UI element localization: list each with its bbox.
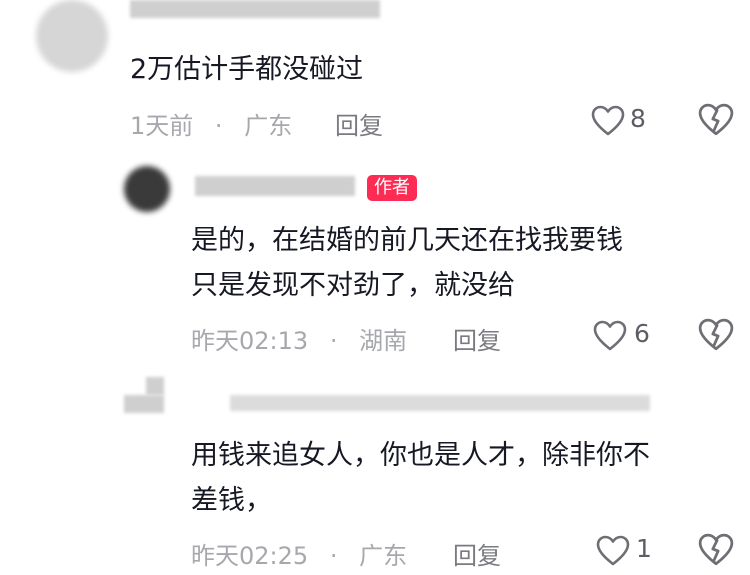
meta-separator: · [329, 327, 338, 355]
like-count: 6 [634, 319, 650, 348]
like-count: 1 [636, 534, 652, 563]
meta-separator: · [329, 542, 338, 570]
comment-meta: 昨天02:13 · 湖南 [191, 321, 407, 356]
comment-location: 湖南 [359, 327, 408, 355]
heart-outline-icon [596, 535, 630, 566]
comment-text: 用钱来追女人，你也是人才，除非你不 [191, 440, 650, 471]
comment-text: 是的，在结婚的前几天还在找我要钱 [191, 225, 623, 256]
reply-button[interactable]: 回复 [453, 536, 501, 571]
username-redacted[interactable] [130, 0, 380, 18]
reply-button[interactable]: 回复 [335, 106, 383, 141]
comment-time: 1天前 [130, 112, 194, 140]
avatar[interactable] [124, 166, 170, 212]
comment-meta: 昨天02:25 · 广东 [191, 536, 407, 571]
comment-text: 差钱， [191, 485, 272, 516]
author-tag: 作者 [367, 175, 417, 201]
like-button[interactable]: 1 [596, 533, 660, 569]
like-button[interactable]: 6 [593, 318, 657, 354]
comment-text: 只是发现不对劲了，就没给 [191, 270, 515, 301]
broken-heart-icon[interactable] [698, 533, 734, 567]
like-count: 8 [630, 104, 646, 133]
like-button[interactable]: 8 [591, 103, 655, 139]
comment-time: 昨天02:25 [191, 542, 309, 570]
avatar[interactable] [124, 377, 168, 421]
comment-location: 广东 [359, 542, 408, 570]
reply-button[interactable]: 回复 [453, 321, 501, 356]
comment-text: 2万估计手都没碰过 [130, 54, 364, 85]
broken-heart-icon[interactable] [698, 103, 734, 137]
heart-outline-icon [593, 320, 627, 351]
heart-outline-icon [591, 105, 625, 136]
avatar[interactable] [36, 0, 108, 72]
username-redacted[interactable] [230, 395, 650, 411]
username-redacted[interactable] [195, 176, 355, 196]
broken-heart-icon[interactable] [698, 318, 734, 352]
comment-time: 昨天02:13 [191, 327, 309, 355]
meta-separator: · [214, 112, 223, 140]
comment-meta: 1天前 · 广东 [130, 106, 292, 141]
comment-location: 广东 [244, 112, 293, 140]
